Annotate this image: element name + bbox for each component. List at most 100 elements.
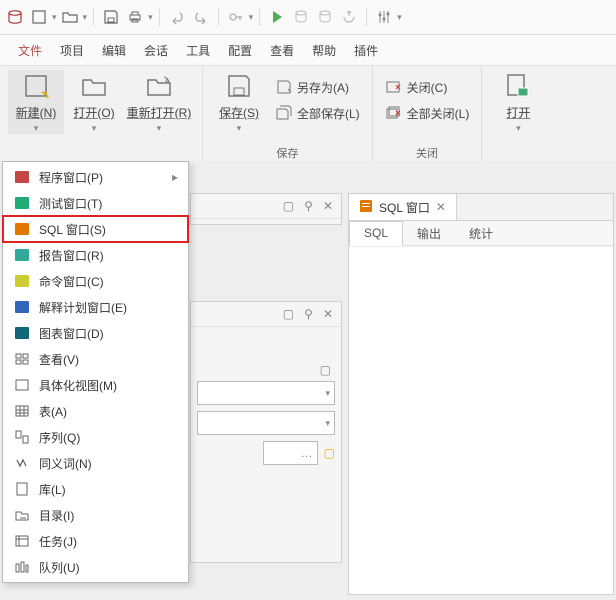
ribbon-open2-label: 打开 (506, 104, 530, 121)
close-icon[interactable]: ✕ (436, 200, 446, 214)
small-new-icon[interactable]: ▢ (320, 363, 331, 377)
run-icon[interactable] (266, 6, 288, 28)
menu-session[interactable]: 会话 (144, 42, 168, 59)
ribbon-save[interactable]: 保存(S) ▾ (211, 70, 267, 134)
ctx-materialized-view[interactable]: 具体化视图(M) (3, 372, 188, 398)
label: 序列(Q) (39, 429, 80, 446)
pin-icon[interactable]: ⚲ (304, 307, 313, 321)
ctx-queue[interactable]: 队列(U) (3, 554, 188, 580)
label: 同义词(N) (39, 455, 92, 472)
open-doc-icon (502, 70, 534, 102)
command-window-icon (13, 272, 31, 290)
label: 队列(U) (39, 559, 80, 576)
ctx-report-window[interactable]: 报告窗口(R) (3, 242, 188, 268)
chevron-down-icon[interactable]: ▾ (397, 12, 402, 23)
ctx-jobs[interactable]: 任务(J) (3, 528, 188, 554)
ribbon-save-as[interactable]: 另存为(A) (271, 76, 364, 98)
close-icon[interactable]: ✕ (323, 307, 333, 321)
undo-icon[interactable] (166, 6, 188, 28)
doc-tab-label: SQL 窗口 (379, 199, 430, 216)
new-doc-icon[interactable] (28, 6, 50, 28)
ctx-command-window[interactable]: 命令窗口(C) (3, 268, 188, 294)
ctx-test-window[interactable]: 测试窗口(T) (3, 190, 188, 216)
ribbon-reopen[interactable]: 重新打开(R) ▾ (124, 70, 194, 134)
chevron-down-icon[interactable]: ▾ (148, 12, 153, 23)
doc-tab-sql-window[interactable]: SQL 窗口 ✕ (349, 194, 457, 220)
label: 库(L) (39, 481, 66, 498)
save-icon[interactable] (100, 6, 122, 28)
label: 表(A) (39, 403, 67, 420)
ribbon-open[interactable]: 打开(O) ▾ (66, 70, 122, 134)
stop-icon[interactable] (338, 6, 360, 28)
db-rollback-icon[interactable] (314, 6, 336, 28)
key-icon[interactable] (225, 6, 247, 28)
menu-project[interactable]: 项目 (60, 42, 84, 59)
chevron-down-icon: ▾ (237, 123, 242, 134)
ctx-sequence[interactable]: 序列(Q) (3, 424, 188, 450)
ribbon-save-label: 保存(S) (219, 104, 259, 121)
restore-icon[interactable]: ▢ (283, 307, 294, 321)
menu-plugin[interactable]: 插件 (354, 42, 378, 59)
program-window-icon (13, 168, 31, 186)
menu-tools[interactable]: 工具 (186, 42, 210, 59)
chevron-down-icon: ▾ (92, 123, 97, 134)
label: 关闭(C) (407, 79, 448, 96)
ribbon-close-all[interactable]: 全部关闭(L) (381, 102, 474, 124)
db-icon[interactable] (4, 6, 26, 28)
ctx-directory[interactable]: 目录(I) (3, 502, 188, 528)
directory-icon (13, 506, 31, 524)
ctx-view[interactable]: 查看(V) (3, 346, 188, 372)
menu-edit[interactable]: 编辑 (102, 42, 126, 59)
ctx-explain-window[interactable]: 解释计划窗口(E) (3, 294, 188, 320)
folder-icon (78, 70, 110, 102)
ctx-sql-window[interactable]: SQL 窗口(S) (3, 216, 188, 242)
group-label-close: 关闭 (416, 145, 438, 161)
menu-view[interactable]: 查看 (270, 42, 294, 59)
ctx-table[interactable]: 表(A) (3, 398, 188, 424)
chevron-down-icon[interactable]: ▾ (83, 12, 88, 23)
sub-tab-output[interactable]: 输出 (403, 221, 455, 245)
print-icon[interactable] (124, 6, 146, 28)
synonym-icon (13, 454, 31, 472)
sql-editor[interactable] (349, 246, 613, 594)
chevron-down-icon[interactable]: ▾ (52, 12, 57, 23)
ctx-synonym[interactable]: 同义词(N) (3, 450, 188, 476)
menu-config[interactable]: 配置 (228, 42, 252, 59)
ribbon-new[interactable]: 新建(N) ▾ (8, 70, 64, 134)
save-icon (223, 70, 255, 102)
panel-body: ▢ ▾ ▾ … ▢ (191, 327, 341, 471)
chevron-down-icon: ▾ (34, 123, 39, 134)
menu-file[interactable]: 文件 (18, 42, 42, 59)
chevron-down-icon[interactable]: ▾ (249, 12, 254, 23)
open-folder-icon[interactable] (59, 6, 81, 28)
label: 图表窗口(D) (39, 325, 104, 342)
sub-tab-sql[interactable]: SQL (349, 221, 403, 246)
ctx-program-window[interactable]: 程序窗口(P)▸ (3, 164, 188, 190)
ctx-chart-window[interactable]: 图表窗口(D) (3, 320, 188, 346)
ribbon-open2[interactable]: 打开 ▾ (490, 70, 546, 134)
sql-window-icon (13, 220, 31, 238)
label: SQL 窗口(S) (39, 221, 106, 238)
sub-tabs: SQL 输出 统计 (349, 221, 613, 246)
label: 查看(V) (39, 351, 79, 368)
menu-help[interactable]: 帮助 (312, 42, 336, 59)
sliders-icon[interactable] (373, 6, 395, 28)
label: 具体化视图(M) (39, 377, 117, 394)
redo-icon[interactable] (190, 6, 212, 28)
sub-tab-stats[interactable]: 统计 (455, 221, 507, 245)
report-window-icon (13, 246, 31, 264)
pin-icon[interactable]: ⚲ (304, 199, 313, 213)
label: 目录(I) (39, 507, 74, 524)
ribbon-save-all[interactable]: 全部保存(L) (271, 102, 364, 124)
table-icon (13, 402, 31, 420)
restore-icon[interactable]: ▢ (283, 199, 294, 213)
close-icon[interactable]: ✕ (323, 199, 333, 213)
new-small-icon[interactable]: ▢ (324, 446, 335, 460)
db-commit-icon[interactable] (290, 6, 312, 28)
combo-1[interactable]: ▾ (197, 381, 335, 405)
combo-2[interactable]: ▾ (197, 411, 335, 435)
ribbon-close[interactable]: 关闭(C) (381, 76, 474, 98)
ctx-library[interactable]: 库(L) (3, 476, 188, 502)
library-icon (13, 480, 31, 498)
label: 全部保存(L) (297, 105, 360, 122)
